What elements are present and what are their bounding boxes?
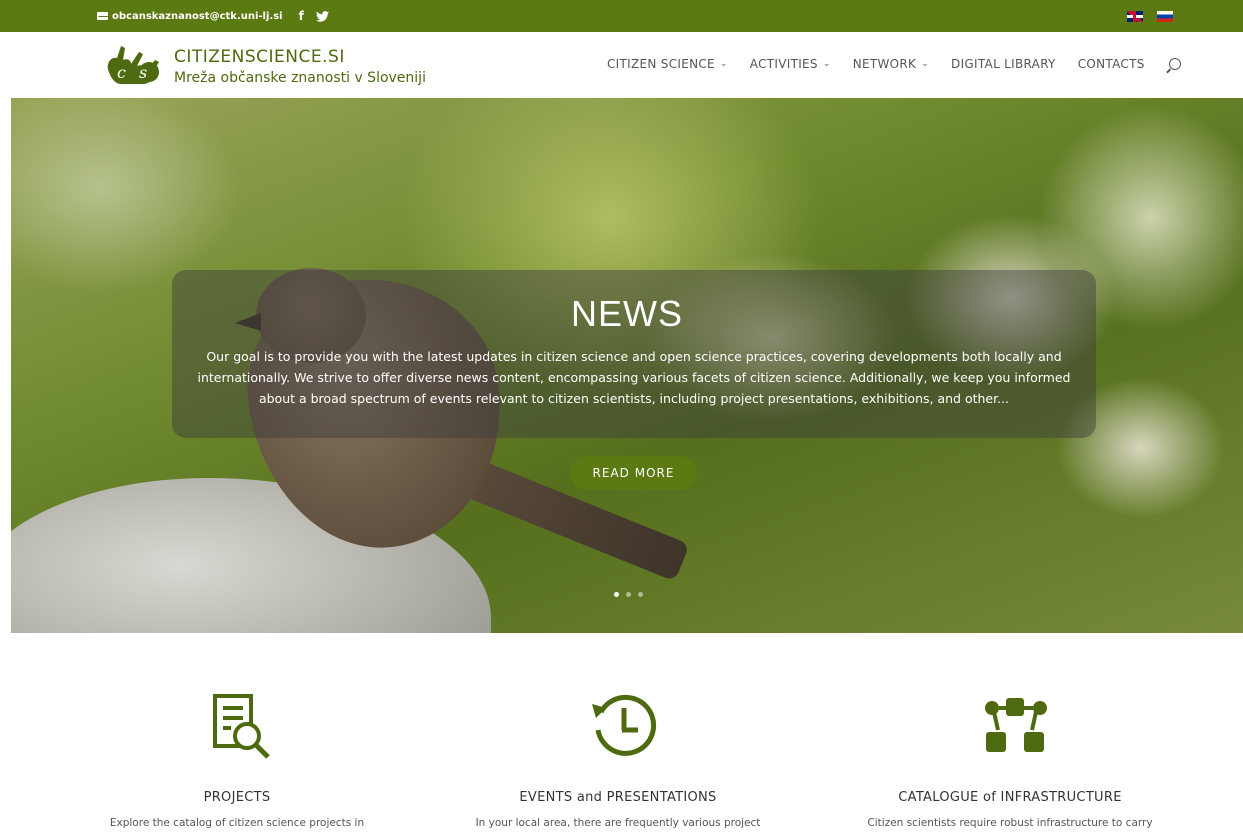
feature-desc: Explore the catalog of citizen science p… (109, 817, 365, 829)
nav-network[interactable]: NETWORK ⌄ (853, 57, 929, 71)
feature-projects: PROJECTS Explore the catalog of citizen … (47, 690, 427, 829)
site-header: c s CITIZENSCIENCE.SI Mreža občanske zna… (0, 32, 1243, 98)
contact-email[interactable]: obcanskaznanost@ctk.uni-lj.si (97, 11, 283, 22)
feature-title[interactable]: PROJECTS (47, 790, 427, 805)
hero-slider: NEWS Our goal is to provide you with the… (11, 98, 1243, 633)
svg-text:s: s (139, 63, 147, 82)
feature-desc: Citizen scientists require robust infras… (867, 817, 1153, 829)
chevron-down-icon: ⌄ (719, 59, 728, 69)
nav-digital-library[interactable]: DIGITAL LIBRARY (951, 57, 1056, 71)
facebook-icon[interactable]: f (299, 9, 304, 23)
nav-label: ACTIVITIES (749, 57, 818, 71)
english-flag-icon[interactable] (1127, 11, 1143, 22)
site-title[interactable]: CITIZENSCIENCE.SI (174, 48, 345, 66)
document-search-icon[interactable] (207, 690, 277, 760)
slovenian-flag-icon[interactable] (1157, 11, 1173, 22)
slider-dot[interactable] (638, 592, 643, 597)
nav-citizen-science[interactable]: CITIZEN SCIENCE ⌄ (607, 57, 728, 71)
slider-dot[interactable] (626, 592, 631, 597)
svg-text:c: c (117, 63, 126, 82)
logo[interactable]: c s (103, 42, 165, 88)
hero-title: NEWS (571, 293, 683, 334)
history-clock-icon[interactable] (588, 690, 658, 760)
feature-desc: In your local area, there are frequently… (475, 817, 761, 829)
feature-infrastructure: CATALOGUE of INFRASTRUCTURE Citizen scie… (820, 690, 1200, 829)
nav-label: CITIZEN SCIENCE (607, 57, 715, 71)
site-subtitle: Mreža občanske znanosti v Sloveniji (174, 70, 426, 86)
nav-activities[interactable]: ACTIVITIES ⌄ (750, 57, 831, 71)
search-icon[interactable] (1168, 58, 1181, 70)
chevron-down-icon: ⌄ (921, 59, 930, 69)
nav-contacts[interactable]: CONTACTS (1078, 57, 1145, 71)
slider-dots (614, 592, 643, 597)
network-nodes-icon[interactable] (980, 690, 1050, 760)
slider-dot[interactable] (614, 592, 619, 597)
main-nav: CITIZEN SCIENCE ⌄ ACTIVITIES ⌄ NETWORK ⌄… (607, 57, 1181, 71)
read-more-button[interactable]: READ MORE (570, 456, 697, 490)
nav-label: NETWORK (852, 57, 917, 71)
hero-text: Our goal is to provide you with the late… (197, 349, 1071, 406)
twitter-icon[interactable] (315, 10, 329, 22)
feature-title[interactable]: EVENTS and PRESENTATIONS (428, 790, 808, 805)
top-bar: obcanskaznanost@ctk.uni-lj.si f (0, 0, 1243, 32)
mail-icon (97, 12, 108, 20)
email-text[interactable]: obcanskaznanost@ctk.uni-lj.si (112, 11, 283, 22)
nav-label: DIGITAL LIBRARY (951, 57, 1056, 71)
chevron-down-icon: ⌄ (822, 59, 831, 69)
feature-title[interactable]: CATALOGUE of INFRASTRUCTURE (820, 790, 1200, 805)
nav-label: CONTACTS (1077, 57, 1145, 71)
feature-events: EVENTS and PRESENTATIONS In your local a… (428, 690, 808, 829)
